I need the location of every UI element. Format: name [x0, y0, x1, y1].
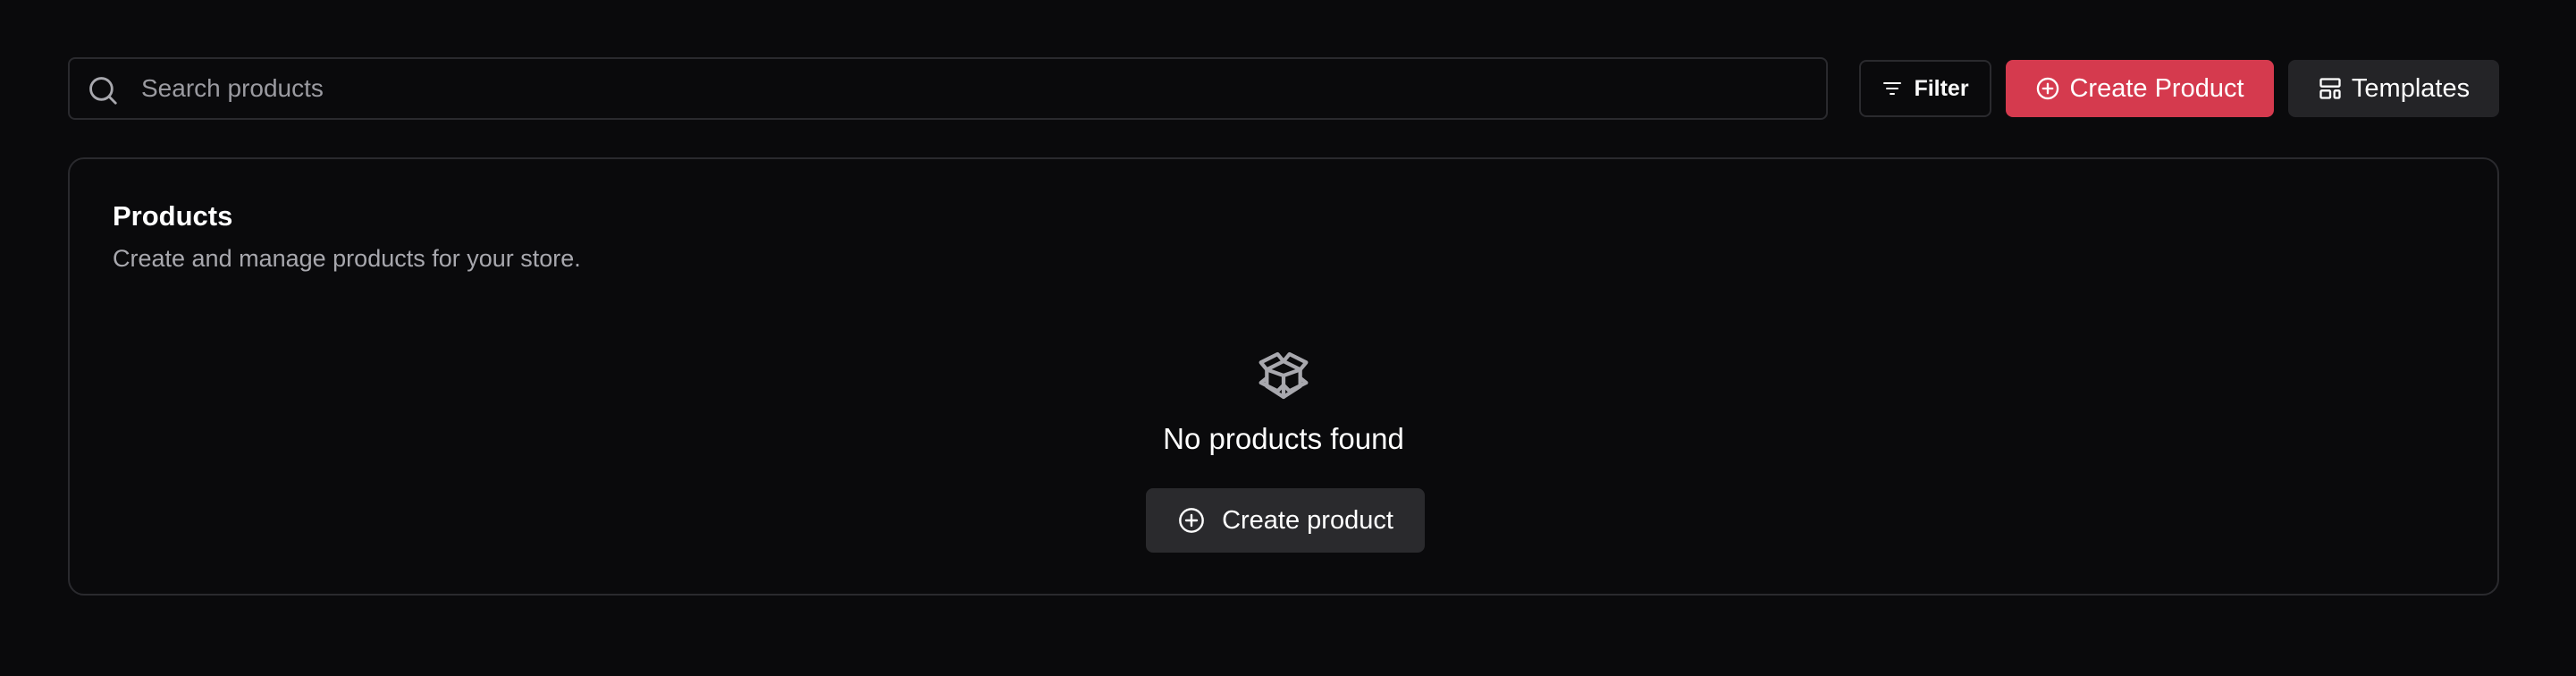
- toolbar: Filter Create Product Templates: [68, 57, 2499, 120]
- products-card: Products Create and manage products for …: [68, 157, 2499, 596]
- search-input[interactable]: [141, 59, 1813, 118]
- empty-state-title: No products found: [1163, 422, 1404, 455]
- empty-create-product-button[interactable]: Create product: [1146, 488, 1425, 553]
- search-box[interactable]: [68, 57, 1828, 120]
- create-product-button-label: Create Product: [2069, 73, 2244, 103]
- card-title: Products: [113, 200, 233, 232]
- package-open-icon: [1259, 351, 1309, 400]
- search-icon: [89, 77, 117, 105]
- layout-template-icon: [2319, 78, 2341, 99]
- plus-circle-icon: [1179, 508, 1204, 533]
- empty-create-product-label: Create product: [1222, 505, 1393, 535]
- templates-button[interactable]: Templates: [2288, 60, 2499, 117]
- filter-button[interactable]: Filter: [1859, 60, 1991, 117]
- filter-icon: [1883, 82, 1902, 95]
- create-product-button[interactable]: Create Product: [2006, 60, 2274, 117]
- templates-button-label: Templates: [2351, 73, 2471, 103]
- filter-button-label: Filter: [1914, 75, 1969, 101]
- plus-circle-icon: [2037, 77, 2059, 100]
- card-description: Create and manage products for your stor…: [113, 245, 581, 272]
- products-page: Filter Create Product Templates Products…: [0, 0, 2576, 676]
